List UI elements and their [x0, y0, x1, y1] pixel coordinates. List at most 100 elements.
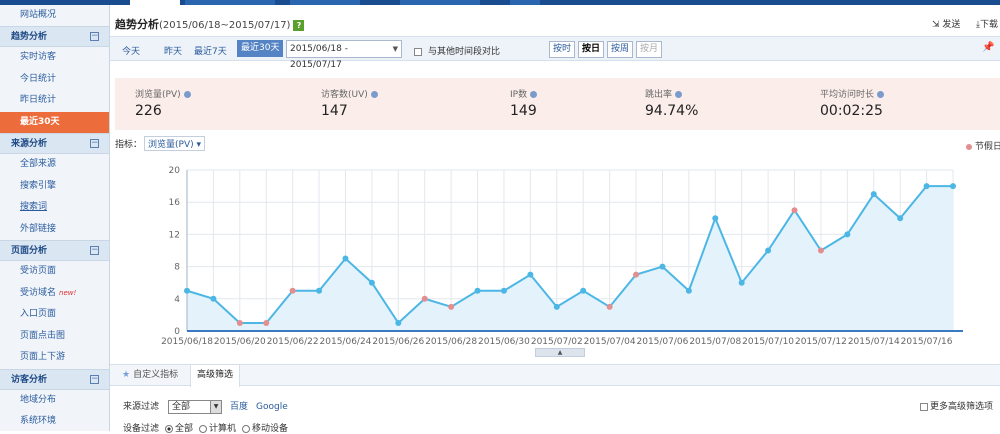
indicator-label: 指标： — [115, 140, 143, 150]
kpi-bounce-rate: 跳出率 94.74% — [625, 78, 795, 130]
sidebar-item-click-map[interactable]: 页面点击图 — [0, 326, 109, 348]
data-point — [368, 279, 375, 286]
data-point — [685, 287, 692, 294]
new-badge: new! — [59, 288, 77, 297]
compare-label: 与其他时间段对比 — [428, 47, 501, 57]
x-tick-label: 2015/07/12 — [795, 337, 847, 347]
device-option-label: 移动设备 — [252, 424, 289, 434]
sidebar-item-search-terms[interactable]: 搜索词 — [0, 197, 109, 219]
data-point — [395, 319, 402, 326]
sidebar-item-visited-domains[interactable]: 受访域名 new! — [0, 283, 109, 305]
data-point — [923, 183, 930, 190]
granularity-week-button[interactable]: 按周 — [607, 41, 634, 58]
chevron-down-icon: ▾ — [196, 140, 202, 150]
data-point — [712, 215, 719, 222]
kpi-value: 00:02:25 — [820, 103, 883, 119]
device-radio-pc[interactable] — [199, 424, 208, 433]
more-filters-checkbox[interactable] — [920, 402, 928, 411]
sidebar-group-trend[interactable]: 趋势分析 − — [0, 26, 109, 47]
collapse-icon[interactable]: − — [90, 374, 99, 384]
source-link-google[interactable]: Google — [256, 402, 288, 412]
device-filter-label: 设备过滤 — [123, 424, 160, 434]
sidebar-item-page-flow[interactable]: 页面上下游 — [0, 347, 109, 369]
data-point — [844, 231, 851, 238]
help-icon[interactable]: ? — [293, 19, 305, 31]
sidebar-item-entry-pages[interactable]: 入口页面 — [0, 304, 109, 326]
kpi-label-text: 浏览量(PV) — [135, 90, 181, 100]
sidebar-group-label: 来源分析 — [11, 139, 48, 149]
send-label: 发送 — [942, 20, 961, 30]
download-button[interactable]: ⤓下载 — [976, 17, 998, 30]
compare-toggle[interactable]: 与其他时间段对比 — [414, 44, 500, 57]
sidebar-group-pages[interactable]: 页面分析 − — [0, 240, 109, 261]
sidebar-item-yesterday[interactable]: 昨日统计 — [0, 90, 109, 112]
quick-today-button[interactable]: 今天 — [122, 44, 140, 57]
info-icon[interactable] — [530, 91, 538, 98]
sidebar-item-system-env[interactable]: 系统环境 — [0, 411, 109, 433]
date-range-picker[interactable]: 2015/06/18 - 2015/07/17 ▼ — [286, 40, 402, 70]
sidebar-item-today[interactable]: 今日统计 — [0, 69, 109, 91]
sidebar-item-visited-pages[interactable]: 受访页面 — [0, 261, 109, 283]
kpi-label-text: 平均访问时长 — [820, 90, 875, 100]
holiday-data-point — [236, 319, 243, 326]
tab-custom-metrics[interactable]: ★ 自定义指标 — [122, 365, 178, 386]
chart-collapse-toggle[interactable]: ▲ — [535, 348, 585, 357]
sidebar-item-overview[interactable]: 网站概况 — [0, 5, 109, 26]
sidebar-item-geo[interactable]: 地域分布 — [0, 390, 109, 412]
x-tick-label: 2015/06/20 — [214, 337, 266, 347]
source-link-baidu[interactable]: 百度 — [230, 402, 248, 412]
sidebar-item-search-engines[interactable]: 搜索引擎 — [0, 176, 109, 198]
y-tick-label: 12 — [169, 230, 180, 240]
chevron-down-icon: ▼ — [210, 400, 222, 413]
sidebar-group-source[interactable]: 来源分析 − — [0, 133, 109, 154]
sidebar-item-all-sources[interactable]: 全部来源 — [0, 154, 109, 176]
pin-icon[interactable]: 📌 — [982, 42, 994, 53]
sidebar-item-last30days[interactable]: 最近30天 — [0, 111, 109, 133]
kpi-label-text: 访客数(UV) — [321, 90, 368, 100]
collapse-icon[interactable]: − — [90, 246, 99, 255]
device-radio-mobile[interactable] — [242, 424, 251, 433]
filter-tabs: ★ 自定义指标 高级筛选 — [110, 364, 1000, 387]
download-label: 下载 — [979, 20, 998, 30]
indicator-dropdown[interactable]: 浏览量(PV) ▾ — [144, 136, 206, 151]
device-radio-all[interactable] — [165, 424, 174, 433]
granularity-hour-button[interactable]: 按时 — [549, 41, 576, 58]
sidebar: 网站概况 趋势分析 − 实时访客 今日统计 昨日统计 最近30天 来源分析 − … — [0, 5, 110, 431]
page-title-text: 趋势分析 — [115, 18, 159, 31]
quick-7days-button[interactable]: 最近7天 — [194, 44, 227, 57]
granularity-day-button[interactable]: 按日 — [578, 41, 605, 58]
collapse-icon[interactable]: − — [90, 32, 99, 41]
x-tick-label: 2015/06/18 — [161, 337, 213, 347]
data-point — [950, 183, 956, 190]
kpi-label: IP数 — [510, 87, 538, 100]
info-icon[interactable] — [183, 91, 191, 98]
kpi-value: 149 — [510, 103, 537, 119]
more-filters-toggle[interactable]: 更多高级筛选项 — [920, 399, 993, 412]
page-title: 趋势分析(2015/06/18~2015/07/17)? — [115, 16, 305, 32]
tab-advanced-filter[interactable]: 高级筛选 — [190, 365, 241, 387]
kpi-pv: 浏览量(PV) 226 — [115, 78, 285, 130]
data-point — [210, 295, 217, 302]
kpi-value: 226 — [135, 103, 162, 119]
info-icon[interactable] — [877, 91, 885, 98]
data-point — [342, 255, 349, 262]
send-button[interactable]: ⇲ 发送 — [932, 17, 960, 30]
sidebar-item-realtime[interactable]: 实时访客 — [0, 47, 109, 69]
data-point — [580, 287, 587, 294]
sidebar-group-visitors[interactable]: 访客分析 − — [0, 368, 109, 390]
x-tick-label: 2015/06/22 — [267, 337, 319, 347]
quick-yesterday-button[interactable]: 昨天 — [164, 44, 182, 57]
kpi-value: 94.74% — [645, 103, 699, 119]
granularity-month-button[interactable]: 按月 — [636, 41, 663, 58]
info-icon[interactable] — [370, 91, 378, 98]
data-point — [659, 263, 666, 270]
holiday-data-point — [448, 303, 455, 310]
quick-30days-button[interactable]: 最近30天 — [237, 40, 284, 57]
info-icon[interactable] — [675, 91, 683, 98]
x-tick-label: 2015/07/08 — [689, 337, 741, 347]
source-filter-select[interactable]: 全部 ▼ — [168, 399, 223, 414]
compare-checkbox[interactable] — [414, 47, 422, 56]
sidebar-item-external-links[interactable]: 外部链接 — [0, 219, 109, 241]
series-area — [187, 186, 953, 331]
collapse-icon[interactable]: − — [90, 139, 99, 148]
